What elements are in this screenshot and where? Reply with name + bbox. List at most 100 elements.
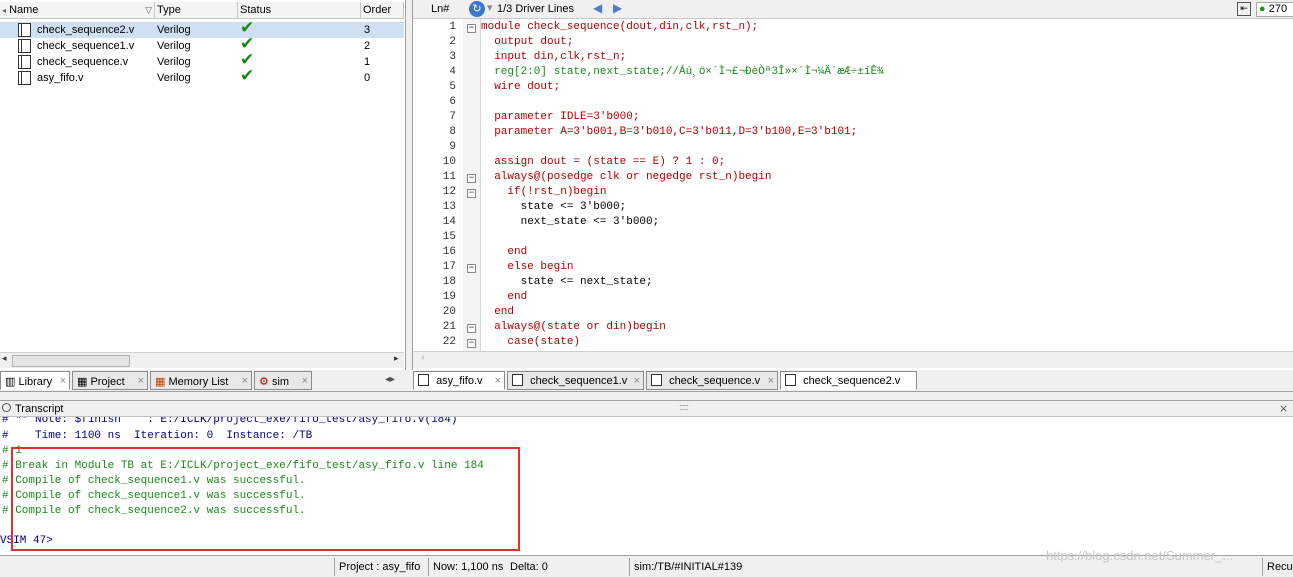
watermark: https://blog.csdn.net/Summer_... — [1046, 548, 1234, 563]
scroll-thumb[interactable] — [12, 355, 130, 367]
file-row-check_sequence[interactable]: check_sequence.v Verilog ✔ 1 — [0, 52, 404, 70]
verilog-file-icon — [18, 71, 31, 85]
scroll-right-icon[interactable]: ▸ — [394, 354, 399, 364]
close-icon[interactable]: × — [302, 372, 308, 391]
file-order: 2 — [364, 40, 371, 52]
code-line: output dout; — [481, 36, 574, 48]
tab-label: Memory List — [168, 376, 229, 388]
tab-label: asy_fifo.v — [436, 375, 483, 387]
status-now: Now: 1,100 ns — [428, 558, 506, 576]
highlight-box — [11, 447, 520, 551]
tab-check_sequence1[interactable]: check_sequence1.v × — [507, 371, 644, 390]
tab-check_sequence2[interactable]: check_sequence2.v — [780, 371, 917, 390]
collapse-icon[interactable]: ◂ — [2, 6, 6, 15]
transcript-line: # ** Note: $finish : E:/ICLK/project_exe… — [2, 417, 458, 426]
tab-label: check_sequence1.v — [530, 375, 628, 387]
column-header-order[interactable]: Order — [361, 2, 404, 19]
file-type: Verilog — [157, 72, 191, 84]
verilog-file-icon — [18, 23, 31, 37]
editor-header: Ln# ↻ ▾ 1/3 Driver Lines ◀ ▶ ⇤ ● 270 — [413, 0, 1293, 19]
project-icon: ▦ — [77, 375, 88, 388]
tab-memory-list[interactable]: ▦ Memory List × — [150, 371, 252, 390]
code-line: parameter IDLE=3'b000; — [481, 111, 640, 123]
scroll-left-icon[interactable]: ◂ — [2, 354, 7, 364]
tab-library[interactable]: ▥ Library × — [0, 371, 70, 390]
transcript-icon — [2, 403, 11, 412]
line-counter-value: 270 — [1268, 3, 1288, 15]
code-line: wire dout; — [481, 81, 561, 93]
file-name: check_sequence.v — [37, 56, 129, 68]
code-line: state <= 3'b000; — [481, 201, 627, 213]
close-icon[interactable]: × — [495, 372, 501, 391]
check-icon: ✔ — [240, 66, 255, 86]
code-line: reg[2:0] state,next_state;//Áú¸ö×´Ì¬£¬Ðè… — [481, 66, 884, 78]
tab-bar: ▥ Library × ▦ Project × ▦ Memory List × … — [0, 370, 1293, 392]
file-type: Verilog — [157, 24, 191, 36]
source-editor: Ln# ↻ ▾ 1/3 Driver Lines ◀ ▶ ⇤ ● 270 1 2… — [412, 0, 1293, 370]
verilog-file-icon — [18, 55, 31, 69]
file-name: check_sequence2.v — [37, 24, 135, 36]
file-order: 3 — [364, 24, 371, 36]
transcript-header: Transcript :::::: × — [0, 400, 1293, 417]
code-line: case(state) — [481, 336, 581, 348]
code-line: assign dout = (state == E) ? 1 : 0; — [481, 156, 726, 168]
file-row-check_sequence1[interactable]: check_sequence1.v Verilog ✔ 2 — [0, 36, 404, 54]
sim-icon: ⚙ — [259, 375, 269, 388]
file-order: 0 — [364, 72, 371, 84]
next-driver-icon[interactable]: ▶ — [613, 1, 622, 15]
editor-horizontal-scrollbar[interactable]: ‹ — [413, 351, 1293, 368]
file-icon — [785, 374, 796, 386]
tab-asy_fifo[interactable]: asy_fifo.v × — [413, 371, 505, 390]
close-icon[interactable]: × — [242, 372, 248, 391]
dropdown-arrow-icon[interactable]: ▾ — [487, 1, 493, 14]
tab-label: Project — [90, 376, 125, 388]
close-icon[interactable]: × — [1279, 402, 1288, 415]
column-name-label: Name — [9, 4, 39, 16]
tab-label: check_sequence2.v — [803, 375, 901, 387]
tab-label: check_sequence.v — [669, 375, 761, 387]
file-icon — [512, 374, 523, 386]
tab-scroll-icon[interactable]: ◂▸ — [385, 374, 395, 385]
project-column-headers: ◂ Name ▽ Type Status Order — [0, 2, 404, 19]
file-type: Verilog — [157, 40, 191, 52]
code-line: input din,clk,rst_n; — [481, 51, 627, 63]
code-area[interactable]: module check_sequence(dout,din,clk,rst_n… — [413, 19, 1293, 351]
tab-check_sequence[interactable]: check_sequence.v × — [646, 371, 778, 390]
status-delta: Delta: 0 — [510, 561, 548, 573]
code-line: end — [481, 306, 515, 318]
code-line: end — [481, 291, 528, 303]
close-icon[interactable]: × — [138, 372, 144, 391]
close-icon[interactable]: × — [768, 372, 774, 391]
code-line: end — [481, 246, 528, 258]
close-icon[interactable]: × — [60, 372, 66, 391]
transcript-line: # Time: 1100 ns Iteration: 0 Instance: /… — [2, 430, 313, 442]
transcript-title: Transcript — [15, 403, 64, 415]
column-header-type[interactable]: Type — [155, 2, 238, 19]
driver-trace-icon[interactable]: ↻ — [469, 1, 485, 17]
drag-handle-icon[interactable]: :::::: — [679, 402, 689, 412]
file-row-asy_fifo[interactable]: asy_fifo.v Verilog ✔ 0 — [0, 66, 404, 86]
file-order: 1 — [364, 56, 371, 68]
sort-down-icon[interactable]: ▽ — [145, 2, 152, 19]
project-pane: ◂ Name ▽ Type Status Order check_sequenc… — [0, 0, 406, 370]
dock-icon[interactable]: ⇤ — [1237, 2, 1251, 16]
file-row-check_sequence2[interactable]: check_sequence2.v Verilog ✔ 3 — [0, 20, 404, 38]
project-horizontal-scrollbar[interactable]: ◂ ▸ — [0, 352, 404, 368]
code-line: always@(state or din)begin — [481, 321, 666, 333]
line-number-header: Ln# — [431, 3, 450, 15]
status-dot-icon: ● — [1259, 3, 1266, 15]
file-name: check_sequence1.v — [37, 40, 135, 52]
scroll-left-icon[interactable]: ‹ — [421, 353, 425, 363]
file-icon — [651, 374, 662, 386]
column-header-status[interactable]: Status — [238, 2, 361, 19]
prev-driver-icon[interactable]: ◀ — [593, 1, 602, 15]
tab-project[interactable]: ▦ Project × — [72, 371, 148, 390]
tab-sim[interactable]: ⚙ sim × — [254, 371, 312, 390]
tab-label: Library — [18, 376, 53, 388]
driver-lines-label: 1/3 Driver Lines — [497, 3, 575, 15]
column-header-name[interactable]: ◂ Name ▽ — [0, 2, 155, 19]
line-counter: ● 270 — [1256, 2, 1293, 17]
code-line: else begin — [481, 261, 574, 273]
file-icon — [418, 374, 429, 386]
close-icon[interactable]: × — [634, 372, 640, 391]
